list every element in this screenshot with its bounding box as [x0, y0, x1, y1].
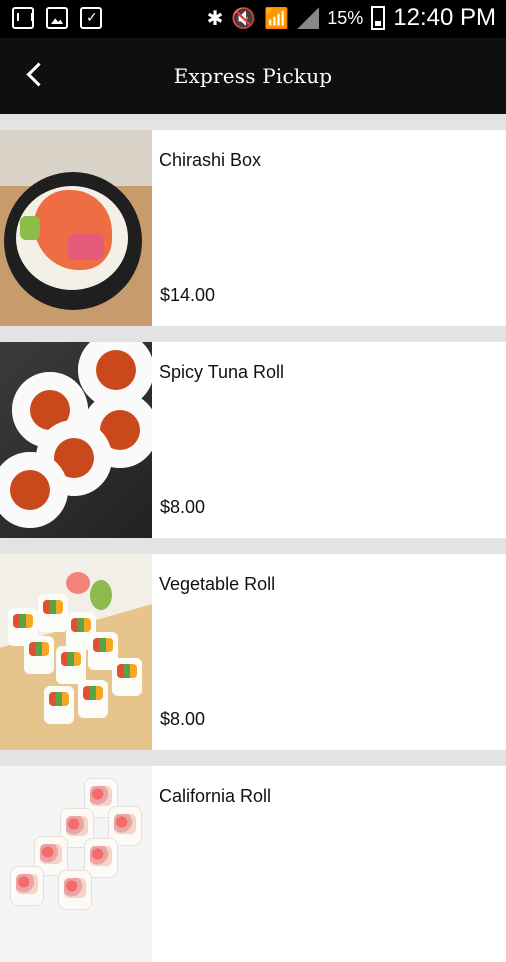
bluetooth-icon: ✱ [206, 6, 224, 30]
list-item[interactable]: Spicy Tuna Roll $8.00 [0, 342, 506, 538]
list-item[interactable]: California Roll [0, 766, 506, 962]
app-bar: Express Pickup [0, 38, 506, 114]
list-item[interactable]: Vegetable Roll $8.00 [0, 554, 506, 750]
item-name: Chirashi Box [159, 150, 262, 170]
notification-icons [12, 7, 102, 29]
gallery-icon [46, 7, 68, 29]
signal-icon [297, 7, 320, 29]
item-name: California Roll [159, 786, 272, 806]
item-price: $8.00 [160, 709, 206, 729]
item-price: $14.00 [160, 285, 216, 305]
divider [0, 114, 506, 130]
clipboard-check-icon [80, 7, 102, 29]
divider [0, 538, 506, 554]
item-image [0, 766, 152, 962]
status-bar: ✱ 🔇 📶 15% 12:40 PM [0, 0, 506, 38]
item-image [0, 342, 152, 538]
item-image [0, 554, 152, 750]
battery-percent: 15% [327, 7, 364, 28]
battery-icon [371, 6, 386, 30]
menu-list: Chirashi Box $14.00 Spicy Tuna Roll $8.0… [0, 114, 506, 962]
mute-icon: 🔇 [231, 6, 257, 30]
item-name: Vegetable Roll [159, 574, 276, 594]
page-title: Express Pickup [173, 64, 333, 88]
item-name: Spicy Tuna Roll [159, 362, 285, 382]
clock: 12:40 PM [393, 4, 496, 31]
item-price: $8.00 [160, 497, 206, 517]
list-item[interactable]: Chirashi Box $14.00 [0, 130, 506, 326]
item-image [0, 130, 152, 326]
divider [0, 326, 506, 342]
system-icons: ✱ 🔇 📶 15% 12:40 PM [207, 4, 496, 32]
divider [0, 750, 506, 766]
gmail-icon [12, 7, 34, 29]
wifi-icon: 📶 [264, 6, 290, 30]
